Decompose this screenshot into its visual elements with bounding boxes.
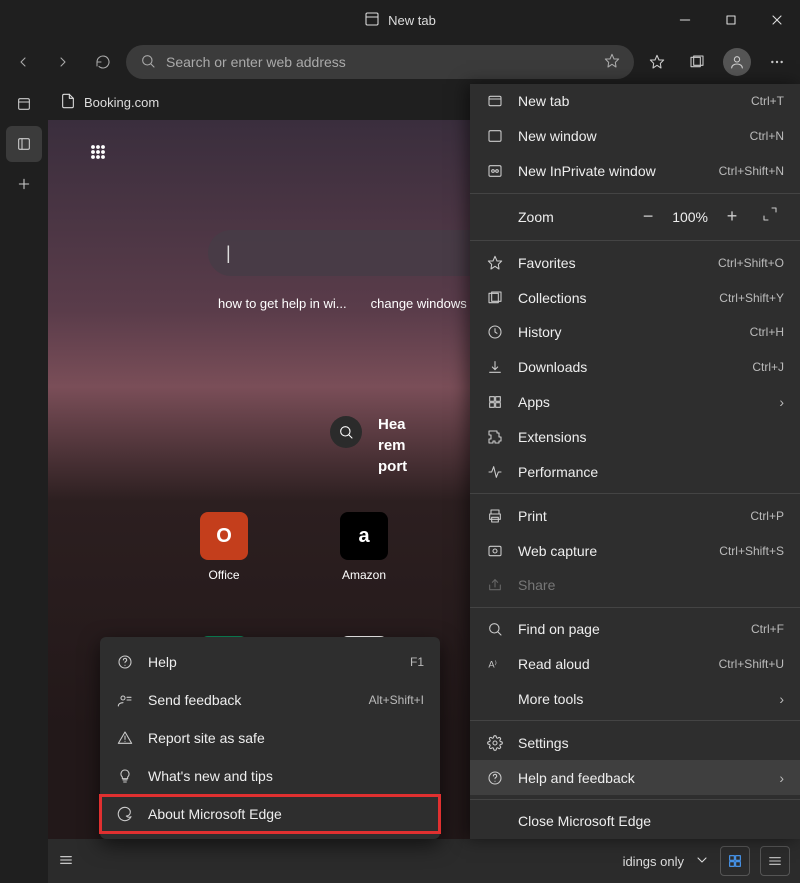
- menu-close-edge[interactable]: Close Microsoft Edge: [470, 804, 800, 839]
- menu-print[interactable]: PrintCtrl+P: [470, 498, 800, 533]
- feed-menu-icon[interactable]: [58, 852, 74, 871]
- chevron-right-icon: ›: [779, 691, 784, 707]
- menu-performance[interactable]: Performance: [470, 454, 800, 489]
- help-icon: [486, 770, 504, 786]
- tab-icon: [486, 93, 504, 109]
- window-title: New tab: [364, 11, 436, 30]
- submenu-help[interactable]: HelpF1: [100, 643, 440, 681]
- layout-grid-button[interactable]: [720, 846, 750, 876]
- forward-button[interactable]: [46, 45, 80, 79]
- menu-settings[interactable]: Settings: [470, 725, 800, 760]
- menu-share: Share: [470, 568, 800, 603]
- frequent-link-1[interactable]: how to get help in wi...: [218, 296, 347, 311]
- tile-amazon[interactable]: aAmazon: [308, 512, 420, 582]
- chevron-right-icon: ›: [779, 394, 784, 410]
- collections-icon: [486, 290, 504, 306]
- menu-web-capture[interactable]: Web captureCtrl+Shift+S: [470, 533, 800, 568]
- address-placeholder: Search or enter web address: [166, 54, 594, 70]
- submenu-send-feedback[interactable]: Send feedbackAlt+Shift+I: [100, 681, 440, 719]
- frequent-row: how to get help in wi... change windows: [218, 296, 467, 311]
- edge-icon: [116, 806, 134, 822]
- minimize-button[interactable]: [662, 0, 708, 40]
- submenu-whats-new[interactable]: What's new and tips: [100, 757, 440, 795]
- menu-history[interactable]: HistoryCtrl+H: [470, 315, 800, 350]
- rail-newtab-button[interactable]: [6, 126, 42, 162]
- feedback-icon: [116, 692, 134, 708]
- search-cursor: |: [226, 243, 231, 264]
- toolbar: Search or enter web address: [0, 40, 800, 84]
- close-button[interactable]: [754, 0, 800, 40]
- help-submenu: HelpF1 Send feedbackAlt+Shift+I Report s…: [100, 637, 440, 839]
- menu-downloads[interactable]: DownloadsCtrl+J: [470, 350, 800, 385]
- menu-favorites[interactable]: FavoritesCtrl+Shift+O: [470, 245, 800, 280]
- menu-new-tab[interactable]: New tabCtrl+T: [470, 84, 800, 119]
- page-icon: [60, 93, 76, 112]
- star-add-icon[interactable]: [604, 53, 620, 72]
- refresh-button[interactable]: [86, 45, 120, 79]
- address-bar[interactable]: Search or enter web address: [126, 45, 634, 79]
- inprivate-icon: [486, 163, 504, 179]
- download-icon: [486, 359, 504, 375]
- help-icon: [116, 654, 134, 670]
- submenu-about-edge[interactable]: About Microsoft Edge: [100, 795, 440, 833]
- svg-text:A⁾: A⁾: [488, 659, 497, 669]
- tab-icon: [364, 11, 380, 30]
- mic-search-icon[interactable]: [330, 416, 362, 448]
- zoom-out-button[interactable]: −: [634, 206, 662, 227]
- tile-office[interactable]: OOffice: [168, 512, 280, 582]
- news-feed-bar: idings only: [48, 839, 800, 883]
- menu-read-aloud[interactable]: A⁾Read aloudCtrl+Shift+U: [470, 647, 800, 682]
- menu-zoom: Zoom−100%+: [470, 198, 800, 237]
- vertical-tabs-rail: [0, 84, 48, 202]
- back-button[interactable]: [6, 45, 40, 79]
- feed-mode-label[interactable]: idings only: [623, 854, 684, 869]
- maximize-button[interactable]: [708, 0, 754, 40]
- menu-apps[interactable]: Apps›: [470, 385, 800, 420]
- window-icon: [486, 128, 504, 144]
- profile-button[interactable]: [720, 45, 754, 79]
- tab-strip: Booking.com: [48, 84, 171, 120]
- collections-button[interactable]: [680, 45, 714, 79]
- window-title-text: New tab: [388, 13, 436, 28]
- menu-new-inprivate[interactable]: New InPrivate windowCtrl+Shift+N: [470, 154, 800, 189]
- titlebar: New tab: [0, 0, 800, 40]
- capture-icon: [486, 543, 504, 559]
- menu-extensions[interactable]: Extensions: [470, 420, 800, 455]
- gear-icon: [486, 735, 504, 751]
- chevron-right-icon: ›: [779, 770, 784, 786]
- find-icon: [486, 621, 504, 637]
- rail-tabs-button[interactable]: [6, 86, 42, 122]
- active-tab-label[interactable]: Booking.com: [84, 95, 159, 110]
- menu-find[interactable]: Find on pageCtrl+F: [470, 612, 800, 647]
- read-aloud-icon: A⁾: [486, 656, 504, 672]
- favorites-button[interactable]: [640, 45, 674, 79]
- more-menu-button[interactable]: [760, 45, 794, 79]
- menu-collections[interactable]: CollectionsCtrl+Shift+Y: [470, 280, 800, 315]
- frequent-link-2[interactable]: change windows: [371, 296, 467, 311]
- share-icon: [486, 577, 504, 593]
- extensions-icon: [486, 429, 504, 445]
- menu-help-and-feedback[interactable]: Help and feedback›: [470, 760, 800, 795]
- fullscreen-button[interactable]: [756, 206, 784, 227]
- print-icon: [486, 508, 504, 524]
- rail-add-button[interactable]: [6, 166, 42, 202]
- history-icon: [486, 324, 504, 340]
- zoom-value: 100%: [672, 209, 708, 225]
- zoom-in-button[interactable]: +: [718, 206, 746, 227]
- settings-and-more-menu: New tabCtrl+T New windowCtrl+N New InPri…: [470, 84, 800, 839]
- apps-icon: [486, 394, 504, 410]
- layout-list-button[interactable]: [760, 846, 790, 876]
- lightbulb-icon: [116, 768, 134, 784]
- menu-new-window[interactable]: New windowCtrl+N: [470, 119, 800, 154]
- search-icon: [140, 53, 156, 72]
- news-headline[interactable]: Hea rem port: [378, 414, 407, 477]
- chevron-down-icon[interactable]: [694, 852, 710, 871]
- warning-icon: [116, 730, 134, 746]
- submenu-report-safe[interactable]: Report site as safe: [100, 719, 440, 757]
- performance-icon: [486, 464, 504, 480]
- menu-more-tools[interactable]: More tools›: [470, 682, 800, 717]
- star-icon: [486, 255, 504, 271]
- apps-grid-icon[interactable]: [88, 142, 108, 167]
